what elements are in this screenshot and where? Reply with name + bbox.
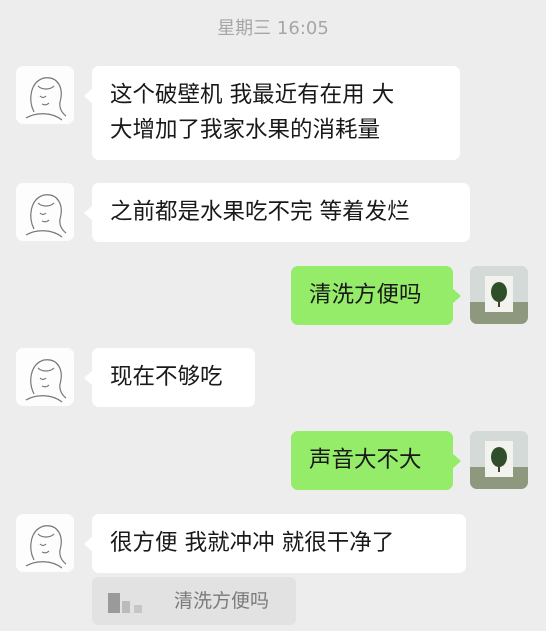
message-line: 大增加了我家水果的消耗量: [110, 117, 381, 143]
message-line: 之前都是水果吃不完 等着发烂: [110, 199, 410, 225]
message-bubble-incoming[interactable]: 很方便 我就冲冲 就很干净了: [84, 514, 466, 573]
chat-timestamp: 星期三 16:05: [217, 18, 329, 39]
message-line: 这个破壁机 我最近有在用 大: [110, 82, 395, 108]
message-bubble-incoming[interactable]: 这个破壁机 我最近有在用 大 大增加了我家水果的消耗量: [84, 66, 460, 160]
my-avatar-icon[interactable]: [470, 431, 528, 489]
contact-avatar-icon[interactable]: [16, 66, 74, 124]
message-bubble-incoming[interactable]: 现在不够吃: [84, 348, 255, 407]
contact-avatar-icon[interactable]: [16, 514, 74, 572]
my-avatar-icon[interactable]: [470, 266, 528, 324]
message-line: 现在不够吃: [110, 364, 223, 390]
message-line: 清洗方便吗: [309, 282, 422, 308]
message-bubble-outgoing[interactable]: 清洗方便吗: [291, 266, 461, 325]
quoted-message[interactable]: 清洗方便吗: [92, 577, 296, 625]
message-line: 很方便 我就冲冲 就很干净了: [110, 530, 395, 556]
message-bubble-outgoing[interactable]: 声音大不大: [291, 431, 461, 490]
contact-avatar-icon[interactable]: [16, 183, 74, 241]
message-bubble-incoming[interactable]: 之前都是水果吃不完 等着发烂: [84, 183, 470, 242]
quoted-message-text: 清洗方便吗: [174, 590, 270, 612]
quoted-thumbnail-icon: [108, 593, 154, 613]
message-line: 声音大不大: [309, 447, 422, 473]
contact-avatar-icon[interactable]: [16, 348, 74, 406]
